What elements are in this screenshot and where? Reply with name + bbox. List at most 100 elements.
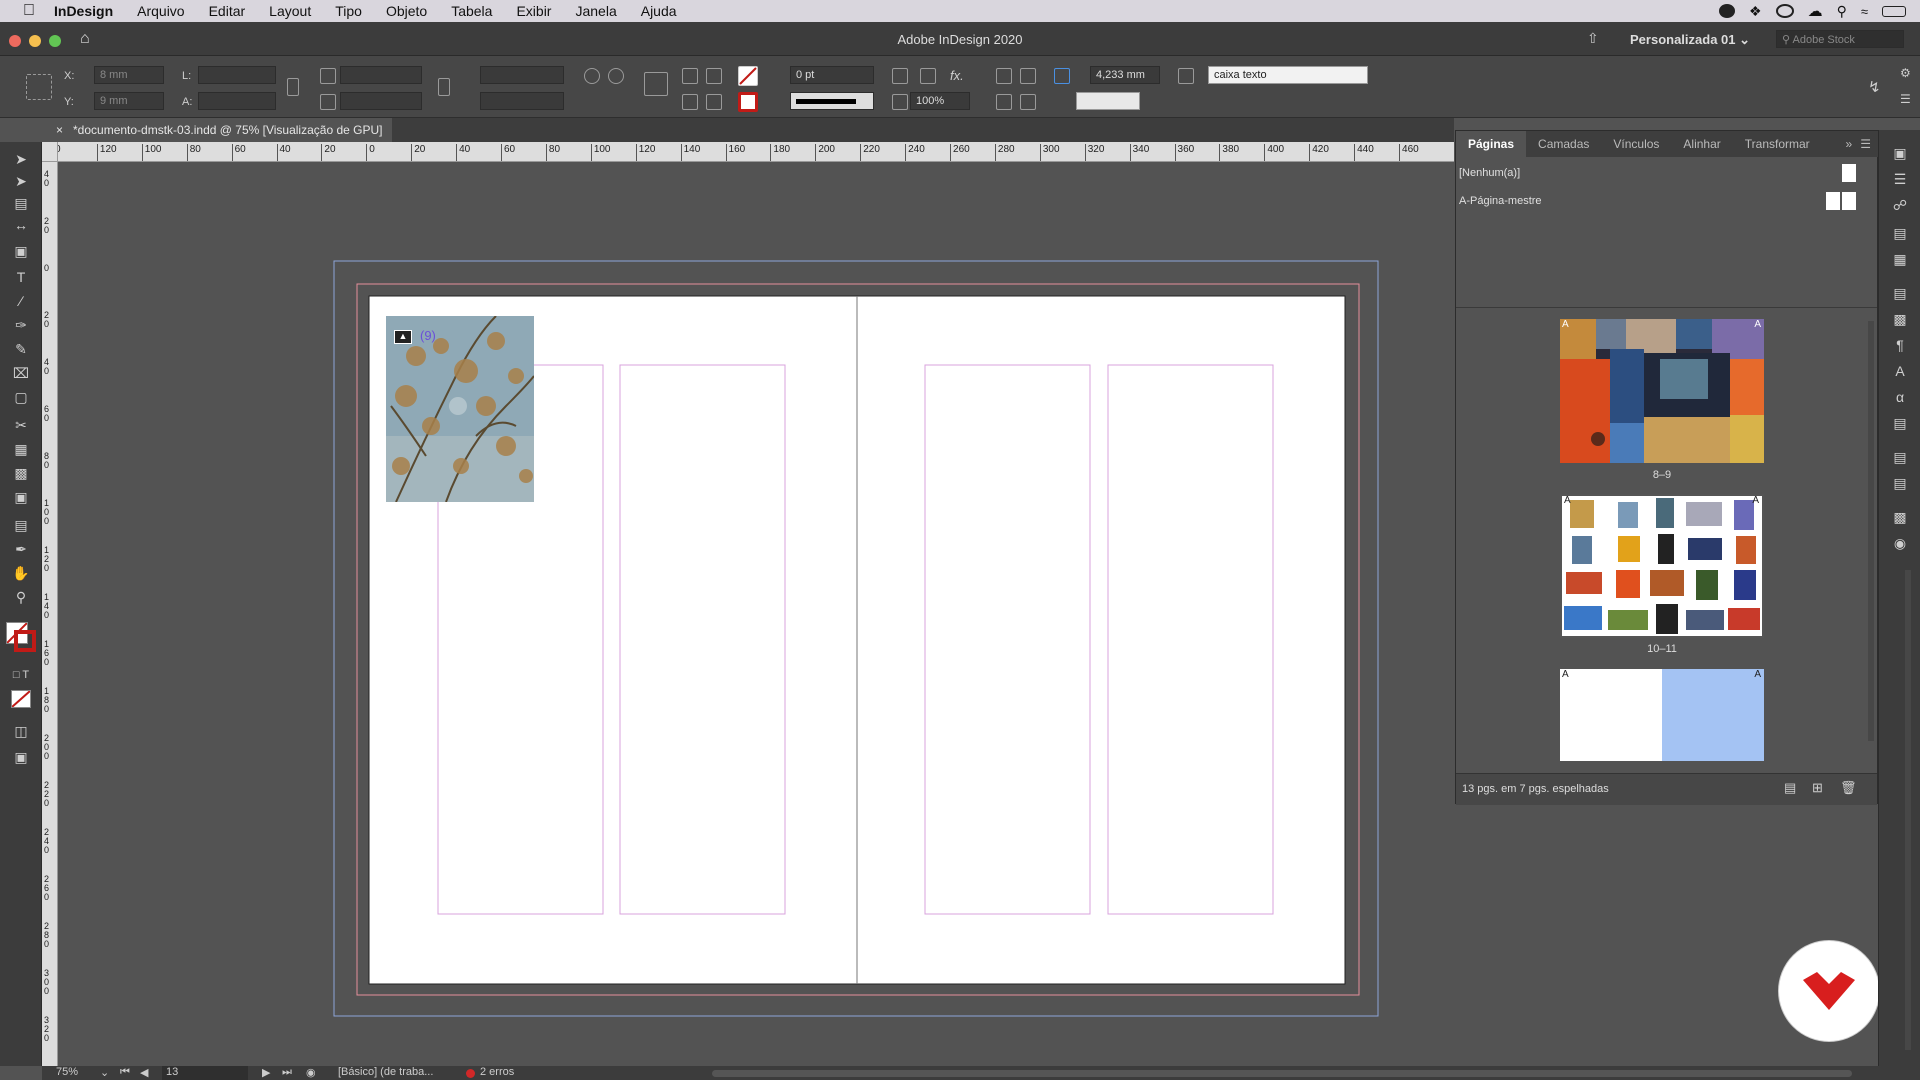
flip-vertical-icon[interactable] [706, 94, 722, 110]
color-swatch-select[interactable] [1076, 92, 1140, 110]
page-tool-icon[interactable]: ▤ [11, 194, 31, 212]
scissors-tool-icon[interactable]: ✂ [11, 416, 31, 434]
share-icon[interactable]: ⇧ [1587, 30, 1599, 47]
cc-libraries-panel-icon[interactable]: ▤ [1890, 474, 1910, 492]
page-number-field[interactable]: 13 [162, 1066, 248, 1080]
pathfinder-icon[interactable] [644, 72, 668, 96]
align-bottom-icon[interactable] [1020, 94, 1036, 110]
pasteboard[interactable]: ▲ (9) [58, 162, 1880, 1066]
distribute-icon[interactable] [996, 94, 1012, 110]
spread-8-9-thumb[interactable]: A A [1560, 319, 1764, 463]
align-center-icon[interactable] [1020, 68, 1036, 84]
pen-tool-icon[interactable]: ✑ [11, 316, 31, 334]
rectangle-frame-tool-icon[interactable]: ⌧ [11, 364, 31, 382]
rotate-cw-icon[interactable] [584, 68, 600, 84]
character-panel-icon[interactable]: A [1890, 362, 1910, 380]
dock-scrollbar[interactable] [1905, 570, 1911, 1050]
content-collector-icon[interactable]: ▣ [11, 242, 31, 260]
rotation-field[interactable] [480, 66, 564, 84]
width-field[interactable] [198, 66, 276, 84]
style-options-icon[interactable] [1340, 94, 1380, 110]
control-menu-icon[interactable]: ☰ [1900, 92, 1911, 106]
last-page-icon[interactable]: ⏭ [282, 1066, 292, 1079]
master-none-row[interactable]: [Nenhum(a)] [1456, 161, 1877, 185]
height-field[interactable] [198, 92, 276, 110]
stroke-swatch-icon[interactable] [738, 92, 758, 112]
search-icon[interactable]: ⚲ [1837, 3, 1847, 20]
opacity-field[interactable]: 100% [910, 92, 970, 110]
tab-vinculos[interactable]: Vínculos [1601, 137, 1671, 151]
panel-collapse-icon[interactable]: » [1840, 137, 1859, 151]
delete-page-icon[interactable]: 🗑 [1840, 780, 1857, 796]
adobe-stock-search[interactable]: ⚲ Adobe Stock [1776, 30, 1904, 48]
select-content-icon[interactable] [682, 94, 698, 110]
stroke-weight-field[interactable]: 0 pt [790, 66, 874, 84]
master-a-row[interactable]: A-Página-mestre [1456, 189, 1877, 213]
horizontal-scrollbar[interactable] [712, 1070, 1852, 1077]
menu-app-name[interactable]: InDesign [40, 3, 125, 19]
scale-y-field[interactable] [340, 92, 422, 110]
gap-field[interactable]: 4,233 mm [1090, 66, 1160, 84]
next-page-icon[interactable]: ▶ [262, 1066, 270, 1079]
new-page-icon[interactable]: ⊞ [1812, 780, 1823, 796]
wifi-icon[interactable]: ≈ [1861, 4, 1868, 19]
stroke-type-select[interactable] [790, 92, 874, 110]
color-panel-icon[interactable]: ▩ [1890, 508, 1910, 526]
gradient-swatch-tool-icon[interactable]: ▩ [11, 464, 31, 482]
edit-page-size-icon[interactable]: ▤ [1784, 780, 1796, 796]
flip-horizontal-icon[interactable] [706, 68, 722, 84]
fill-swatch-icon[interactable] [738, 66, 758, 86]
previous-page-icon[interactable]: ◀ [140, 1066, 148, 1079]
menu-tabela[interactable]: Tabela [439, 3, 504, 19]
image-link-icon[interactable]: ▲ [394, 330, 412, 344]
cloud-icon[interactable]: ☁ [1808, 2, 1823, 20]
pencil-tool-icon[interactable]: ✎ [11, 340, 31, 358]
align-left-icon[interactable] [996, 68, 1012, 84]
layers-panel-icon[interactable]: ☰ [1890, 170, 1910, 188]
eyedropper-tool-icon[interactable]: ✒ [11, 540, 31, 558]
align-panel-icon[interactable]: ▤ [1890, 224, 1910, 242]
record-icon[interactable] [1719, 4, 1736, 18]
menu-janela[interactable]: Janela [563, 3, 628, 19]
preflight-profile-icon[interactable]: ◉ [306, 1066, 316, 1079]
apple-icon[interactable]:  [18, 0, 40, 22]
link-count-badge[interactable]: (9) [420, 328, 436, 343]
document-tab[interactable]: × *documento-dmstk-03.indd @ 75% [Visual… [48, 118, 393, 142]
workspace-switcher[interactable]: Personalizada 01 ⌄ [1630, 32, 1750, 48]
reference-point-icon[interactable] [26, 74, 52, 100]
menu-layout[interactable]: Layout [257, 3, 323, 19]
pages-scrollbar[interactable] [1868, 321, 1874, 741]
x-position-field[interactable]: 8 mm [94, 66, 164, 84]
tab-paginas[interactable]: Páginas [1456, 131, 1527, 157]
text-wrap-panel-icon[interactable]: ▤ [1890, 414, 1910, 432]
creative-cloud-icon[interactable] [1775, 4, 1794, 18]
panel-menu-icon[interactable]: ☰ [1858, 137, 1879, 151]
type-tool-icon[interactable]: T [11, 268, 31, 286]
stroke-panel-icon[interactable]: ▤ [1890, 284, 1910, 302]
links-panel-icon[interactable]: ☍ [1890, 196, 1910, 214]
swatches-panel-icon[interactable]: ▩ [1890, 310, 1910, 328]
spread-12-13-thumb[interactable]: A A [1560, 669, 1764, 761]
paragraph-panel-icon[interactable]: ¶ [1890, 336, 1910, 354]
frame-fitting-icon[interactable] [892, 68, 908, 84]
scale-y-icon[interactable] [320, 94, 336, 110]
page-13-thumb-selected[interactable] [1662, 669, 1764, 761]
object-style-select[interactable]: caixa texto [1208, 66, 1368, 84]
formatting-affects-icon[interactable]: □ T [11, 666, 31, 684]
close-tab-icon[interactable]: × [56, 123, 63, 137]
shear-field[interactable] [480, 92, 564, 110]
battery-icon[interactable] [1882, 5, 1906, 17]
control-settings-icon[interactable]: ⚙ [1900, 66, 1911, 80]
tab-camadas[interactable]: Camadas [1526, 137, 1601, 151]
apply-none-icon[interactable] [11, 690, 31, 708]
zoom-level[interactable]: 75% [56, 1066, 78, 1078]
menu-ajuda[interactable]: Ajuda [629, 3, 689, 19]
pages-panel-icon[interactable]: ▣ [1890, 144, 1910, 162]
effects-panel-icon[interactable]: ▤ [1890, 448, 1910, 466]
ruler-origin[interactable] [42, 142, 58, 162]
lightning-icon[interactable]: ↯ [1868, 78, 1881, 96]
constrain-proportions-icon[interactable] [287, 78, 299, 96]
vertical-ruler[interactable]: 4 0 2 0 0 2 0 4 0 6 0 8 0 1 0 0 1 2 0 1 4 0 1 6 0 1… [42, 162, 58, 1066]
select-container-icon[interactable] [682, 68, 698, 84]
selection-tool-icon[interactable]: ➤ [11, 150, 31, 168]
